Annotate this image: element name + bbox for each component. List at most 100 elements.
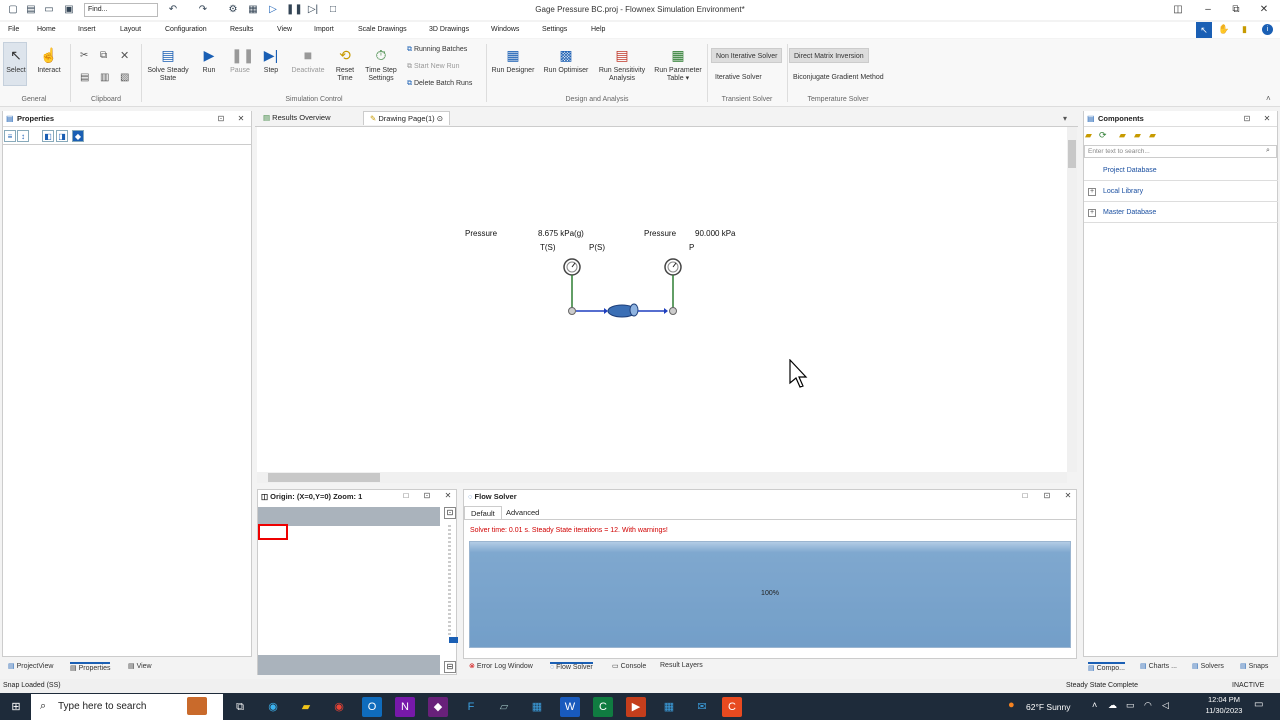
select-button[interactable]: ↖ Select — [4, 46, 28, 75]
tab-components[interactable]: ▤ Compo... — [1088, 662, 1125, 672]
onenote-icon[interactable]: N — [395, 697, 415, 717]
weather-text[interactable]: 62°F Sunny — [1026, 702, 1071, 712]
hand-icon[interactable]: ✋ — [1218, 24, 1229, 35]
tab-result-layers[interactable]: Result Layers — [660, 662, 703, 669]
overview-viewport-rect[interactable] — [258, 524, 288, 540]
onedrive-icon[interactable]: ☁ — [1108, 700, 1117, 711]
tab-drawing-page[interactable]: ✎ Drawing Page(1) ⊙ — [363, 111, 451, 125]
paste-special-icon[interactable]: ▥ — [100, 72, 109, 83]
powerpoint-icon[interactable]: ▶ — [626, 697, 646, 717]
tab-charts[interactable]: ▤ Charts ... — [1140, 662, 1177, 670]
time-step-settings-button[interactable]: ⏱ Time Step Settings — [362, 46, 400, 83]
edge-icon[interactable]: ◉ — [263, 697, 283, 717]
run-designer-button[interactable]: ▦ Run Designer — [490, 46, 536, 75]
menu-file[interactable]: File — [8, 26, 19, 33]
redo-icon[interactable]: ↷ — [196, 3, 210, 17]
vertical-scrollbar[interactable] — [1067, 127, 1077, 472]
left-gauge-icon[interactable] — [563, 258, 581, 276]
menu-results[interactable]: Results — [230, 26, 253, 33]
task-view-icon[interactable]: ⧉ — [230, 697, 250, 717]
notification-icon[interactable]: ▭ — [1254, 699, 1263, 710]
windows-start-icon[interactable]: ⊞ — [6, 697, 26, 717]
close-panel-icon[interactable]: ✕ — [236, 114, 246, 124]
menu-settings[interactable]: Settings — [542, 26, 567, 33]
copy-icon[interactable]: ⧉ — [100, 50, 107, 61]
pause-icon[interactable]: ❚❚ — [286, 3, 303, 17]
view-icon[interactable]: ◧ — [42, 130, 54, 142]
component-master-database[interactable]: + Master Database — [1084, 203, 1278, 223]
reset-time-button[interactable]: ⟲ Reset Time — [332, 46, 358, 83]
tab-results-overview[interactable]: ▤ Results Overview — [257, 111, 337, 125]
app-icon[interactable]: ▱ — [494, 697, 514, 717]
tab-projectview[interactable]: ▤ ProjectView — [8, 662, 53, 670]
sort-alpha-icon[interactable]: ↕ — [17, 130, 29, 142]
tab-close-icon[interactable]: ⊙ — [437, 114, 443, 123]
save-icon[interactable]: ▣ — [62, 3, 76, 17]
undo-icon[interactable]: ↶ — [166, 3, 180, 17]
solve-steady-state-button[interactable]: ▤ Solve Steady State — [143, 46, 193, 83]
run-icon[interactable]: ▷ — [266, 3, 280, 17]
library-settings-icon[interactable]: ▰ — [1134, 130, 1141, 141]
volume-icon[interactable]: ◁ — [1162, 700, 1169, 711]
float-icon[interactable]: □ — [1020, 491, 1030, 501]
collapse-ribbon-icon[interactable]: ˄ — [1266, 94, 1271, 103]
minimize-button[interactable]: – — [1198, 2, 1218, 17]
taskbar-time[interactable]: 12:04 PM — [1204, 695, 1244, 704]
format-painter-icon[interactable]: ▧ — [120, 72, 129, 83]
menu-windows[interactable]: Windows — [491, 26, 519, 33]
cut-icon[interactable]: ✂ — [80, 50, 88, 61]
components-search-input[interactable]: Enter text to search... — [1084, 145, 1277, 158]
calculator-icon[interactable]: ▦ — [246, 3, 260, 17]
zoom-reset-icon[interactable]: ⊟ — [444, 661, 456, 673]
taskbar-date[interactable]: 11/30/2023 — [1200, 706, 1248, 715]
step-icon[interactable]: ▷| — [306, 3, 320, 17]
delete-batch-runs-button[interactable]: ⧉ Delete Batch Runs — [407, 80, 472, 88]
tab-snaps[interactable]: ▤ Snaps — [1240, 662, 1268, 670]
menu-insert[interactable]: Insert — [78, 26, 96, 33]
outlook-icon[interactable]: O — [362, 697, 382, 717]
tab-default[interactable]: Default — [464, 506, 502, 520]
pin-icon[interactable]: ⊡ — [216, 114, 226, 124]
info-icon[interactable]: i — [1262, 24, 1273, 35]
deactivate-button[interactable]: ■ Deactivate — [287, 46, 329, 75]
menu-layout[interactable]: Layout — [120, 26, 141, 33]
search-icon[interactable]: ⌕ — [1266, 147, 1270, 155]
stop-icon[interactable]: □ — [326, 3, 340, 17]
tab-console[interactable]: ▭ Console — [612, 662, 646, 670]
zoom-slider-track[interactable] — [448, 525, 451, 635]
file-explorer-icon[interactable]: ▰ — [296, 697, 316, 717]
biconjugate-gradient-option[interactable]: Biconjugate Gradient Method — [789, 70, 888, 85]
flownex-icon[interactable]: F — [461, 697, 481, 717]
solve-icon[interactable]: ⚙ — [226, 3, 240, 17]
outlet-node[interactable] — [669, 307, 677, 315]
right-gauge-icon[interactable] — [664, 258, 682, 276]
refresh-icon[interactable]: ⟳ — [1099, 130, 1107, 141]
tab-solvers[interactable]: ▤ Solvers — [1192, 662, 1224, 670]
menu-scale-drawings[interactable]: Scale Drawings — [358, 26, 407, 33]
inlet-node[interactable] — [568, 307, 576, 315]
vertical-scroll-thumb[interactable] — [1068, 140, 1076, 168]
active-app-icon[interactable]: C — [722, 697, 742, 717]
close-panel-icon[interactable]: ✕ — [1262, 114, 1272, 124]
menu-3d-drawings[interactable]: 3D Drawings — [429, 26, 469, 33]
new-document-icon[interactable]: ▤ — [24, 3, 38, 17]
filter-icon[interactable]: ◨ — [56, 130, 68, 142]
direct-matrix-inversion-option[interactable]: Direct Matrix Inversion — [789, 48, 869, 63]
word-icon[interactable]: W — [560, 697, 580, 717]
find-box[interactable]: Find... — [84, 3, 158, 17]
component-local-library[interactable]: + Local Library — [1084, 182, 1278, 202]
run-optimiser-button[interactable]: ▩ Run Optimiser — [541, 46, 591, 75]
running-batches-button[interactable]: ⧉ Running Batches — [407, 46, 467, 54]
pin-icon[interactable]: ⊡ — [1242, 114, 1252, 124]
expand-icon[interactable]: + — [1088, 209, 1096, 217]
tab-view[interactable]: ▤ View — [128, 662, 152, 670]
step-button[interactable]: ▶| Step — [259, 46, 283, 75]
restore-icon[interactable]: ◫ — [1168, 2, 1188, 17]
teams-icon[interactable]: ▦ — [659, 697, 679, 717]
run-parameter-table-button[interactable]: ▦ Run Parameter Table ▾ — [652, 46, 704, 83]
zoom-fit-icon[interactable]: ⊡ — [444, 507, 456, 519]
calculator-icon[interactable]: ▦ — [527, 697, 547, 717]
mail-icon[interactable]: ✉ — [692, 697, 712, 717]
menu-help[interactable]: Help — [591, 26, 605, 33]
pause-button[interactable]: ❚❚ Pause — [227, 46, 254, 75]
